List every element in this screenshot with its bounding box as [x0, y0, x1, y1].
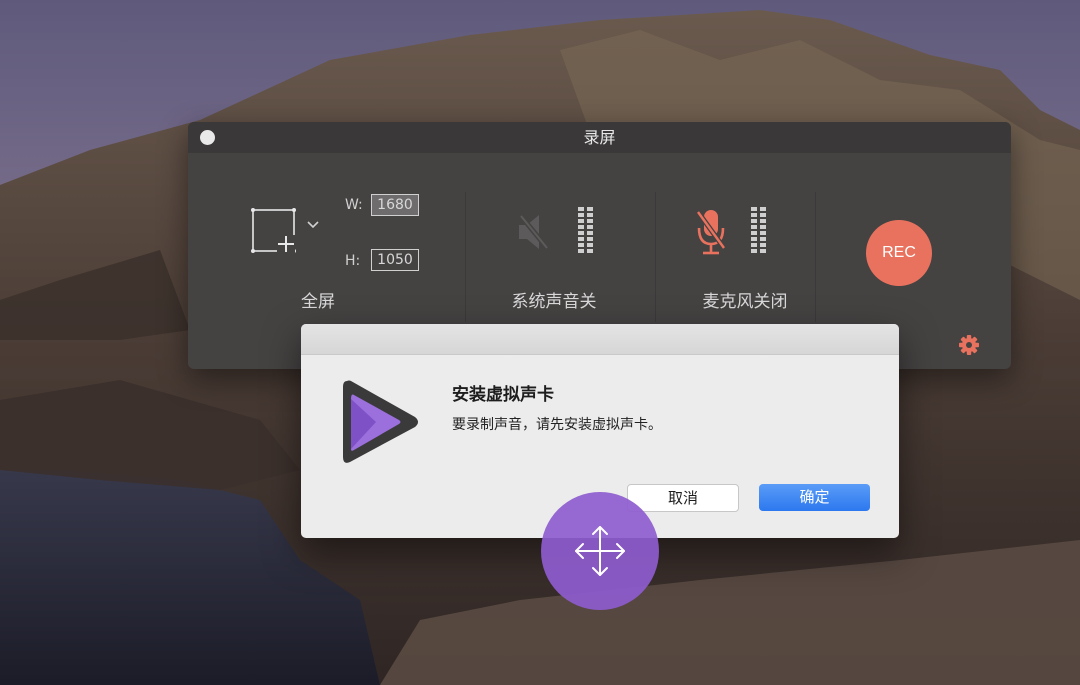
dialog-message: 要录制声音，请先安装虚拟声卡。 [452, 417, 662, 433]
dialog-titlebar [301, 324, 899, 355]
select-area-icon[interactable] [248, 204, 298, 254]
move-handle[interactable] [541, 492, 659, 610]
divider [815, 192, 816, 322]
app-play-icon [343, 380, 418, 463]
chevron-down-icon[interactable] [306, 220, 320, 230]
dialog-title: 安装虚拟声卡 [452, 385, 554, 405]
area-mode-label[interactable]: 全屏 [278, 287, 358, 312]
move-arrows-icon [575, 526, 625, 576]
width-label: W: [345, 197, 363, 213]
mic-muted-icon[interactable] [694, 208, 728, 256]
close-window-button[interactable] [200, 130, 215, 145]
system-audio-level-meter [578, 207, 593, 253]
recorder-titlebar: 录屏 [188, 122, 1011, 153]
system-audio-label[interactable]: 系统声音关 [500, 287, 608, 312]
gear-icon[interactable] [958, 334, 980, 356]
divider [655, 192, 656, 322]
recorder-title: 录屏 [583, 128, 616, 147]
microphone-level-meter [751, 207, 766, 253]
microphone-label[interactable]: 麦克风关闭 [691, 287, 799, 312]
confirm-button[interactable]: 确定 [759, 484, 870, 511]
cancel-button[interactable]: 取消 [627, 484, 739, 512]
rec-button[interactable]: REC [866, 220, 932, 286]
width-input[interactable] [371, 194, 419, 216]
height-input[interactable] [371, 249, 419, 271]
speaker-muted-icon[interactable] [515, 210, 555, 254]
height-label: H: [345, 253, 361, 269]
divider [465, 192, 466, 322]
